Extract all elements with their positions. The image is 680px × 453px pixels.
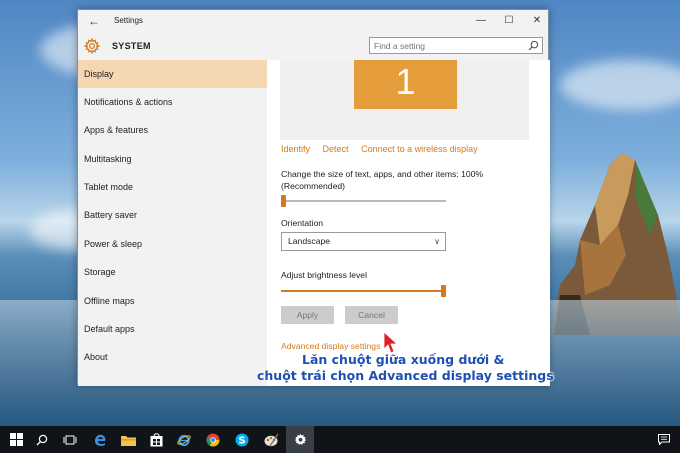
internet-explorer-button[interactable] bbox=[170, 426, 198, 453]
sidebar-item-apps-features[interactable]: Apps & features bbox=[78, 116, 267, 144]
apply-button[interactable]: Apply bbox=[281, 306, 334, 324]
title-bar: ← Settings — ☐ ✕ bbox=[78, 10, 548, 32]
orientation-label: Orientation bbox=[281, 218, 324, 228]
brightness-label: Adjust brightness level bbox=[281, 270, 367, 280]
display-settings-panel: 1 Identify Detect Connect to a wireless … bbox=[267, 60, 550, 386]
internet-explorer-icon bbox=[177, 434, 191, 446]
display-links: Identify Detect Connect to a wireless di… bbox=[281, 144, 488, 154]
settings-header: SYSTEM bbox=[78, 32, 548, 60]
store-button[interactable] bbox=[142, 426, 170, 453]
sidebar-item-display[interactable]: Display bbox=[78, 60, 267, 88]
taskbar: S bbox=[0, 426, 680, 453]
settings-window: ← Settings — ☐ ✕ SYSTEM Display Notifica… bbox=[77, 9, 550, 386]
start-button[interactable] bbox=[2, 426, 30, 453]
minimize-button[interactable]: — bbox=[470, 12, 492, 30]
paint-button[interactable] bbox=[257, 426, 285, 453]
scale-slider-track bbox=[281, 200, 446, 202]
task-view-button[interactable] bbox=[56, 426, 84, 453]
sidebar-item-multitasking[interactable]: Multitasking bbox=[78, 145, 267, 173]
sidebar-item-tablet-mode[interactable]: Tablet mode bbox=[78, 173, 267, 201]
file-explorer-icon bbox=[120, 435, 136, 446]
scale-label-line1: Change the size of text, apps, and other… bbox=[281, 169, 484, 179]
search-box[interactable] bbox=[369, 37, 543, 54]
chrome-icon bbox=[206, 433, 220, 446]
sidebar-item-about[interactable]: About bbox=[78, 343, 267, 371]
close-button[interactable]: ✕ bbox=[526, 12, 548, 30]
brightness-slider-thumb[interactable] bbox=[441, 285, 446, 297]
task-view-icon bbox=[63, 435, 77, 444]
sidebar-item-storage[interactable]: Storage bbox=[78, 258, 267, 286]
settings-taskbar-button[interactable] bbox=[286, 426, 314, 453]
chrome-button[interactable] bbox=[199, 426, 227, 453]
search-icon[interactable] bbox=[528, 40, 539, 51]
orientation-value: Landscape bbox=[288, 236, 331, 246]
orientation-dropdown[interactable]: Landscape ∨ bbox=[281, 232, 446, 251]
cancel-button[interactable]: Cancel bbox=[345, 306, 398, 324]
search-icon bbox=[36, 434, 48, 445]
paint-icon bbox=[264, 433, 279, 446]
chevron-down-icon: ∨ bbox=[434, 237, 440, 246]
sidebar-item-default-apps[interactable]: Default apps bbox=[78, 315, 267, 343]
advanced-display-settings-link[interactable]: Advanced display settings bbox=[281, 341, 380, 351]
sidebar-item-notifications-actions[interactable]: Notifications & actions bbox=[78, 88, 267, 116]
back-arrow-icon[interactable]: ← bbox=[86, 13, 102, 29]
skype-icon: S bbox=[235, 433, 249, 446]
gear-icon bbox=[84, 38, 100, 54]
maximize-button[interactable]: ☐ bbox=[498, 12, 520, 30]
scale-slider-thumb[interactable] bbox=[281, 195, 286, 207]
file-explorer-button[interactable] bbox=[114, 426, 142, 453]
scale-label-line2: (Recommended) bbox=[281, 181, 345, 191]
edge-button[interactable] bbox=[86, 426, 114, 453]
start-icon bbox=[9, 433, 23, 446]
section-title: SYSTEM bbox=[112, 41, 151, 51]
annotation-line2: chuột trái chọn Advanced display setting… bbox=[257, 368, 554, 383]
scale-slider[interactable] bbox=[281, 195, 446, 207]
wireless-display-link[interactable]: Connect to a wireless display bbox=[361, 144, 478, 154]
search-input[interactable] bbox=[370, 38, 520, 53]
search-taskbar-button[interactable] bbox=[28, 426, 56, 453]
display-preview-area: 1 bbox=[280, 60, 529, 140]
sidebar-item-battery-saver[interactable]: Battery saver bbox=[78, 201, 267, 229]
sidebar-item-offline-maps[interactable]: Offline maps bbox=[78, 287, 267, 315]
notification-icon[interactable] bbox=[658, 434, 670, 445]
settings-icon bbox=[294, 433, 306, 445]
window-title: Settings bbox=[114, 16, 143, 25]
sidebar-item-power-sleep[interactable]: Power & sleep bbox=[78, 230, 267, 258]
annotation-line1: Lăn chuột giữa xuống dưới & bbox=[302, 352, 505, 367]
brightness-slider-fill bbox=[281, 290, 443, 292]
identify-link[interactable]: Identify bbox=[281, 144, 310, 154]
scale-label: Change the size of text, apps, and other… bbox=[281, 168, 483, 192]
detect-link[interactable]: Detect bbox=[323, 144, 349, 154]
store-icon bbox=[150, 432, 162, 446]
svg-text:S: S bbox=[238, 435, 245, 446]
brightness-slider[interactable] bbox=[281, 285, 446, 297]
skype-button[interactable]: S bbox=[228, 426, 256, 453]
settings-sidebar: Display Notifications & actions Apps & f… bbox=[78, 60, 267, 386]
monitor-tile[interactable]: 1 bbox=[354, 60, 457, 109]
edge-icon bbox=[95, 434, 106, 446]
